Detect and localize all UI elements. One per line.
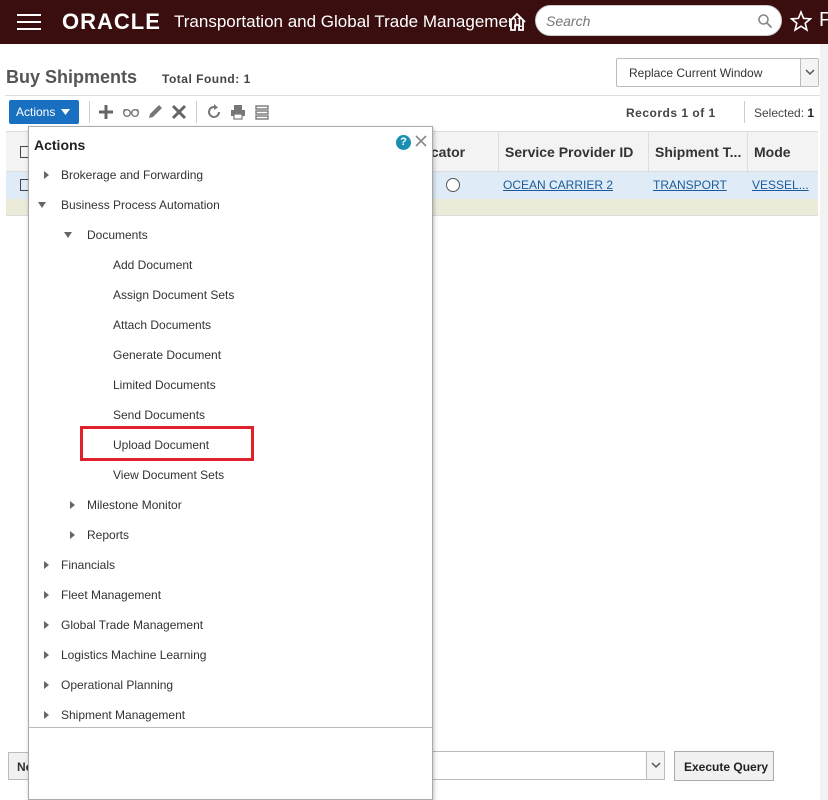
page-title: Buy Shipments: [6, 67, 138, 87]
execute-query-button[interactable]: Execute Query: [674, 751, 774, 781]
toolbar-separator: [89, 101, 90, 123]
refresh-icon[interactable]: [205, 103, 223, 121]
caret-down-icon: [61, 109, 70, 115]
oracle-logo: ORACLE: [62, 9, 161, 34]
expand-arrow-icon[interactable]: [41, 560, 51, 570]
collapse-arrow-icon[interactable]: [63, 230, 73, 240]
expand-arrow-icon[interactable]: [67, 530, 77, 540]
selected-value: 1: [807, 106, 815, 120]
tree-item-label: Send Documents: [113, 408, 206, 422]
global-search[interactable]: [535, 5, 782, 36]
window-mode-value: Replace Current Window: [629, 66, 763, 80]
tree-item-label: Reports: [87, 528, 130, 542]
add-icon[interactable]: [97, 103, 115, 121]
favorites-star-icon[interactable]: [790, 10, 812, 32]
list-view-icon[interactable]: [253, 103, 271, 121]
tree-item-label: Global Trade Management: [61, 618, 204, 632]
records-count: Records 1 of 1: [626, 106, 716, 120]
search-icon[interactable]: [757, 13, 773, 29]
expand-arrow-icon[interactable]: [41, 710, 51, 720]
saved-query-select[interactable]: [420, 751, 665, 780]
collapse-arrow-icon[interactable]: [37, 200, 47, 210]
tree-item-label: Assign Document Sets: [113, 288, 235, 302]
tree-item-label: View Document Sets: [113, 468, 225, 482]
column-header-label: Shipment T...: [655, 144, 742, 160]
tree-item-label: Attach Documents: [113, 318, 212, 332]
indicator-radio[interactable]: [446, 178, 460, 192]
help-icon[interactable]: ?: [396, 135, 411, 150]
toolbar-separator: [744, 101, 745, 123]
tree-item-label: Documents: [87, 228, 148, 242]
expand-arrow-icon[interactable]: [41, 680, 51, 690]
column-header-label: Service Provider ID: [505, 144, 634, 160]
window-mode-select[interactable]: Replace Current Window: [616, 58, 819, 87]
actions-button[interactable]: Actions: [9, 100, 79, 124]
column-header-mode[interactable]: Mode: [747, 132, 818, 171]
menu-icon[interactable]: [17, 14, 41, 30]
close-icon[interactable]: [415, 135, 427, 147]
home-icon[interactable]: [507, 12, 527, 32]
tree-item-label: Logistics Machine Learning: [61, 648, 207, 662]
tree-item-label: Brokerage and Forwarding: [61, 168, 204, 182]
vertical-scrollbar[interactable]: [820, 44, 828, 800]
selected-label: Selected:: [754, 106, 805, 120]
mode-link[interactable]: VESSEL...: [752, 178, 809, 192]
popup-title: Actions: [34, 137, 86, 153]
chevron-down-icon[interactable]: [800, 59, 818, 86]
tree-item-label: Limited Documents: [113, 378, 216, 392]
print-icon[interactable]: [229, 103, 247, 121]
toolbar-separator: [196, 101, 197, 123]
tree-item-label: Financials: [61, 558, 116, 572]
tree-item-label: Business Process Automation: [61, 198, 220, 212]
upload-document-highlight: [80, 426, 254, 461]
selected-count: Selected: 1: [754, 106, 814, 120]
tree-item-label: Generate Document: [113, 348, 222, 362]
actions-popup: Actions ? Brokerage and Forwarding Busin…: [28, 126, 433, 800]
header-cut-glyph: P: [819, 9, 828, 31]
edit-pencil-icon[interactable]: [146, 103, 164, 121]
expand-arrow-icon[interactable]: [41, 620, 51, 630]
shipment-type-link[interactable]: TRANSPORT: [653, 178, 727, 192]
tree-item-label: Fleet Management: [61, 588, 162, 602]
total-found: Total Found: 1: [162, 72, 251, 86]
column-header-shipment-type[interactable]: Shipment T...: [648, 132, 747, 171]
tree-item-label: Operational Planning: [61, 678, 174, 692]
top-header-bar: ORACLE Transportation and Global Trade M…: [0, 0, 828, 44]
column-header-label: Mode: [754, 144, 791, 160]
execute-query-label: Execute Query: [684, 760, 769, 774]
column-header-service-provider[interactable]: Service Provider ID: [498, 132, 648, 171]
tree-item-label: Shipment Management: [61, 708, 186, 722]
app-title: Transportation and Global Trade Manageme…: [174, 12, 523, 31]
expand-arrow-icon[interactable]: [67, 500, 77, 510]
tree-item-label: Add Document: [113, 258, 193, 272]
expand-arrow-icon[interactable]: [41, 650, 51, 660]
chevron-down-icon[interactable]: [646, 752, 664, 779]
expand-arrow-icon[interactable]: [41, 590, 51, 600]
divider: [5, 95, 828, 96]
service-provider-link[interactable]: OCEAN CARRIER 2: [503, 178, 613, 192]
expand-arrow-icon[interactable]: [41, 170, 51, 180]
delete-icon[interactable]: [170, 103, 188, 121]
view-glasses-icon[interactable]: [122, 103, 140, 121]
tree-item-label: Milestone Monitor: [87, 498, 182, 512]
search-input[interactable]: [546, 12, 756, 30]
actions-button-label: Actions: [16, 105, 56, 119]
